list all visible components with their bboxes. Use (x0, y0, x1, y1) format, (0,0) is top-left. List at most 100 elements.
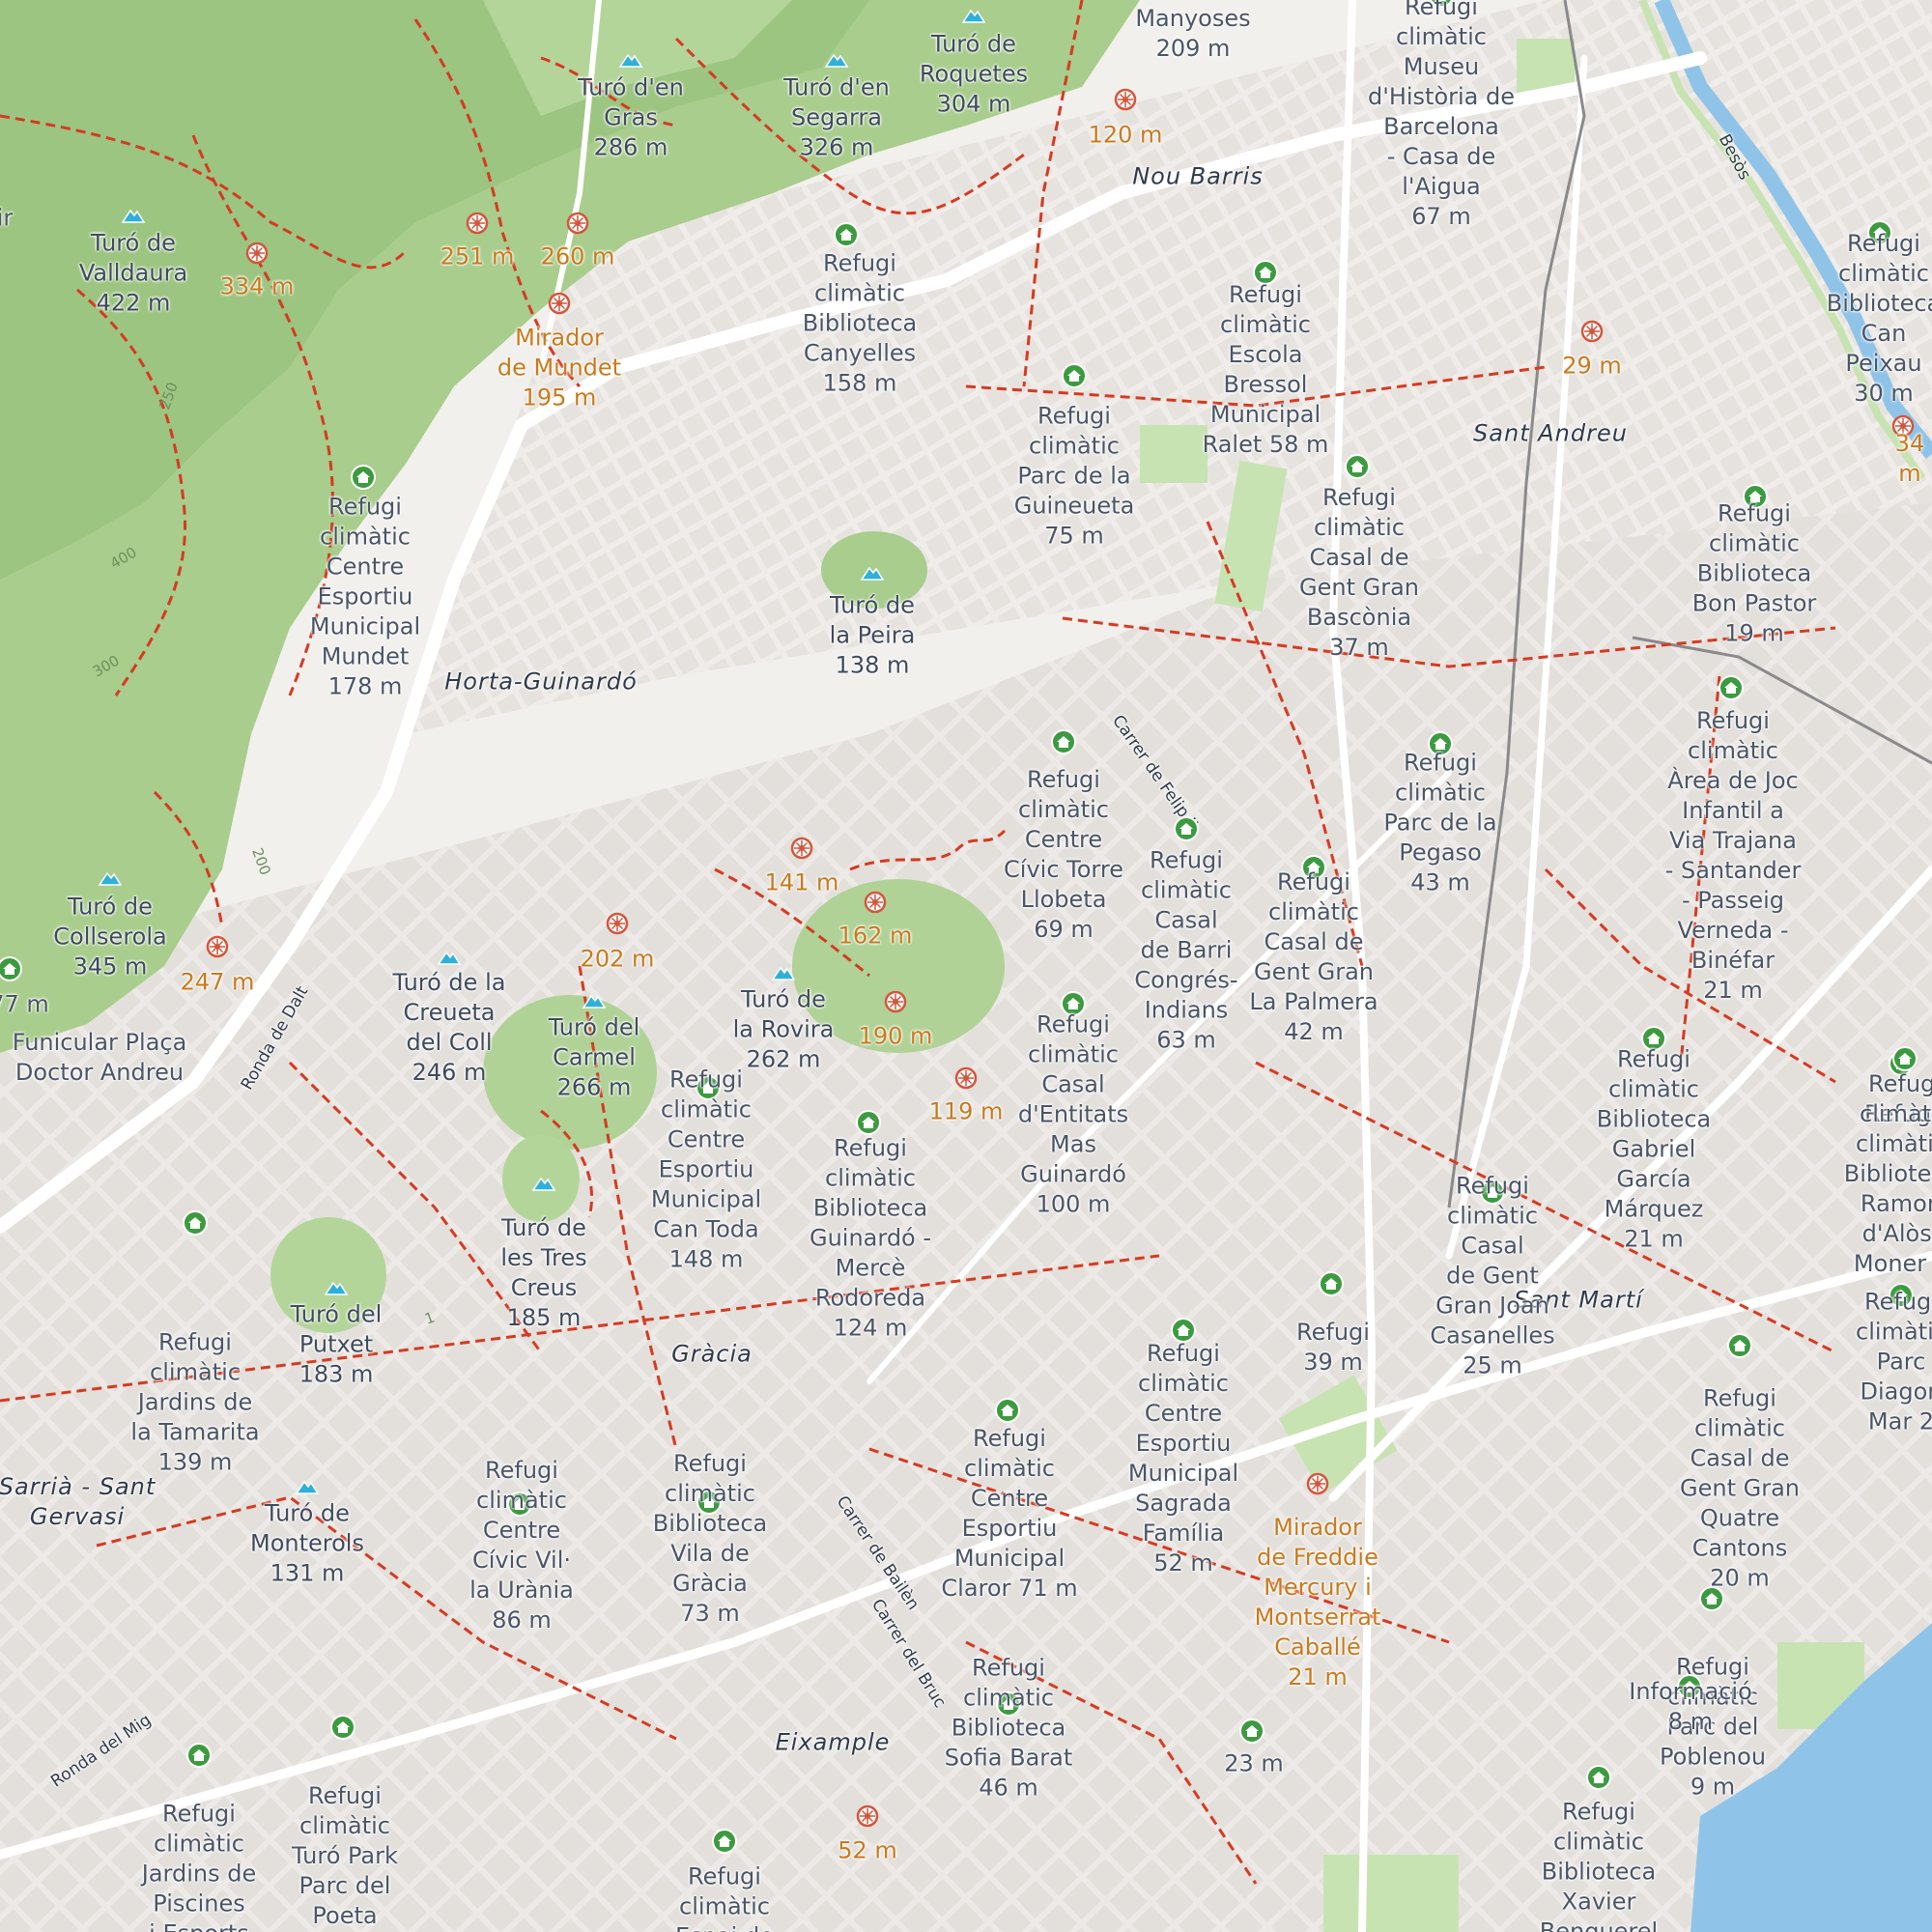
climate-refuge-icon[interactable] (183, 1210, 208, 1236)
climate-refuge-label[interactable]: Refugi climàtic Parc Diagon Mar 2 (1856, 1288, 1932, 1437)
climate-refuge-icon[interactable] (712, 1829, 737, 1854)
peak-label[interactable]: Turó d'en Gras 286 m (578, 73, 684, 163)
climate-refuge-label[interactable]: Refugi climàtic Centre Esportiu Municipa… (310, 493, 420, 702)
viewpoint-icon[interactable] (465, 211, 490, 236)
climate-refuge-label[interactable]: Refugi climàtic Centre Cívic Vil· la Urà… (469, 1456, 574, 1635)
climate-refuge-label[interactable]: Refugi climàtic Casal d'Entitats Mas Gui… (1018, 1010, 1128, 1220)
peak-icon[interactable] (582, 987, 607, 1012)
district-label[interactable]: Gràcia (671, 1340, 753, 1370)
climate-refuge-label[interactable]: Refugi climàtic Biblioteca Canyelles 158… (803, 249, 917, 399)
viewpoint-icon[interactable] (855, 1804, 880, 1829)
district-label[interactable]: Sant Andreu (1473, 419, 1628, 449)
climate-refuge-label[interactable]: Refugi climàtic Jardins de Piscines i Es… (142, 1800, 256, 1932)
climate-refuge-label[interactable]: Refugi climàtic Àrea de Joc Infantil a V… (1665, 706, 1802, 1006)
climate-refuge-label[interactable]: Refugi climàtic Casal de Gent Gran Quatr… (1680, 1384, 1800, 1594)
climate-refuge-icon[interactable] (834, 222, 859, 247)
peak-icon[interactable] (824, 46, 849, 71)
climate-refuge-label[interactable]: Refugi climàtic Casal de Gent Gran Bascò… (1299, 483, 1419, 663)
climate-refuge-icon[interactable] (186, 1743, 212, 1768)
peak-icon[interactable] (771, 959, 796, 984)
climate-refuge-label[interactable]: Refugi climàtic Biblioteca Xavier Bengue… (1540, 1798, 1658, 1932)
peak-label[interactable]: Turó de la Creueta del Coll 246 m (393, 968, 506, 1088)
climate-refuge-icon[interactable] (1174, 816, 1199, 841)
climate-refuge-icon[interactable] (1062, 363, 1087, 388)
climate-refuge-label[interactable]: Refugi climàtic Centre Cívic Torre Llobe… (1004, 765, 1123, 945)
peak-icon[interactable] (961, 2, 986, 27)
peak-label[interactable]: Turó de Collserola 345 m (53, 893, 166, 982)
district-label[interactable]: Horta-Guinardó (444, 668, 638, 697)
climate-refuge-label[interactable]: Refugi climàtic Parc de la Guineueta 75 … (1014, 402, 1135, 552)
climate-refuge-label[interactable]: Refugi climàtic Biblioteca Can Peixau 30… (1827, 229, 1932, 409)
viewpoint-icon[interactable] (863, 890, 888, 915)
viewpoint-label[interactable]: Mirador de Mundet 195 m (497, 324, 621, 413)
viewpoint-icon[interactable] (1113, 87, 1138, 112)
district-label[interactable]: Sarrià - Sant Gervasi (0, 1472, 156, 1532)
climate-refuge-icon[interactable] (995, 1398, 1020, 1423)
peak-label[interactable]: Turó de les Tres Creus 185 m (500, 1213, 586, 1333)
climate-refuge-label[interactable]: Refugi climàtic Biblioteca Guinardó - Me… (810, 1134, 931, 1344)
viewpoint-label[interactable]: 202 m (581, 945, 655, 975)
climate-refuge-icon[interactable] (1699, 1586, 1724, 1611)
climate-refuge-label[interactable]: Refugi climàtic Centre Esportiu Municipa… (651, 1065, 761, 1275)
viewpoint-icon[interactable] (789, 836, 814, 861)
climate-refuge-label[interactable]: Refugi climàtic Centre Esportiu Municipa… (941, 1424, 1077, 1604)
climate-refuge-icon[interactable] (330, 1715, 355, 1740)
climate-refuge-label[interactable]: Informació 8 m (1629, 1677, 1752, 1737)
district-label[interactable]: Eixample (776, 1728, 891, 1758)
peak-icon[interactable] (121, 202, 146, 227)
peak-label[interactable]: Turó d'en Segarra 326 m (783, 73, 890, 163)
viewpoint-icon[interactable] (1579, 319, 1605, 344)
climate-refuge-icon[interactable] (1345, 454, 1370, 479)
climate-refuge-label[interactable]: Refugi climàtic Biblioteca Bon Pastor 19… (1692, 499, 1817, 649)
climate-refuge-label[interactable]: Refugi climàtic Casal de Barri Congrés- … (1134, 846, 1237, 1056)
poi-label[interactable]: ir (0, 204, 13, 234)
viewpoint-label[interactable]: 120 m (1089, 121, 1163, 151)
viewpoint-icon[interactable] (1305, 1471, 1330, 1496)
poi-label[interactable]: Funicular Plaça Doctor Andreu (13, 1028, 187, 1088)
viewpoint-label[interactable]: 190 m (859, 1022, 933, 1052)
viewpoint-icon[interactable] (547, 291, 572, 316)
map-canvas[interactable]: Nou Barris Sant Andreu Horta-Guinardó Gràci… (0, 0, 1932, 1932)
poi-label[interactable]: Manyoses 209 m (1135, 4, 1250, 64)
viewpoint-label[interactable]: 162 m (838, 922, 913, 952)
climate-refuge-icon[interactable] (1719, 675, 1744, 700)
climate-refuge-label[interactable]: Refugi climàtic Biblioteca Gabriel Garcí… (1597, 1045, 1711, 1255)
peak-icon[interactable] (437, 944, 462, 969)
climate-refuge-label[interactable]: Refugi climàtic Biblioteca Vila de Gràci… (653, 1449, 767, 1629)
peak-icon[interactable] (98, 865, 123, 890)
viewpoint-label[interactable]: 334 m (220, 272, 295, 302)
climate-refuge-label[interactable]: Refugi climàtic Espai de (675, 1862, 774, 1932)
peak-icon[interactable] (295, 1473, 320, 1498)
climate-refuge-label[interactable]: Refugi climàtic Turó Park Parc del Poeta… (292, 1781, 398, 1932)
viewpoint-label[interactable]: 141 m (765, 868, 839, 898)
viewpoint-label[interactable]: 251 m (440, 242, 515, 272)
viewpoint-icon[interactable] (953, 1065, 979, 1091)
peak-label[interactable]: Turó de Valldaura 422 m (79, 229, 187, 319)
climate-refuge-label[interactable]: 23 m (1224, 1749, 1284, 1779)
peak-label[interactable]: Turó del Carmel 266 m (549, 1013, 640, 1103)
viewpoint-label[interactable]: 119 m (929, 1097, 1004, 1127)
climate-refuge-icon[interactable] (1586, 1765, 1611, 1790)
viewpoint-label[interactable]: 260 m (541, 242, 615, 272)
climate-refuge-icon[interactable] (1727, 1333, 1752, 1358)
viewpoint-label[interactable]: 29 m (1562, 352, 1622, 382)
peak-label[interactable]: Turó del Putxet 183 m (291, 1300, 383, 1390)
viewpoint-icon[interactable] (205, 934, 230, 959)
viewpoint-label[interactable]: Mirador de Freddie Mercury i Montserrat … (1255, 1513, 1381, 1692)
climate-refuge-icon[interactable] (856, 1110, 881, 1135)
climate-refuge-label[interactable]: Refugi climàtic Casal de Gent Gran Joan … (1430, 1172, 1554, 1381)
peak-label[interactable]: Turó de la Peira 138 m (830, 591, 916, 681)
viewpoint-label[interactable]: 34 m (1895, 429, 1925, 489)
viewpoint-icon[interactable] (883, 989, 908, 1014)
climate-refuge-label[interactable]: Refugi climàtic Centre Esportiu Municipa… (1128, 1339, 1238, 1578)
climate-refuge-icon[interactable] (1051, 729, 1076, 754)
peak-label[interactable]: Turó de Monterols 131 m (250, 1499, 364, 1589)
district-label[interactable]: Nou Barris (1132, 162, 1264, 192)
climate-refuge-label[interactable]: Refugi climàtic Jardins de la Tamarita 1… (130, 1328, 259, 1478)
climate-refuge-icon[interactable] (0, 956, 22, 981)
peak-label[interactable]: Turó de la Rovira 262 m (733, 985, 835, 1075)
climate-refuge-label[interactable]: Refugi climàtic Escola Bressol Municipal… (1203, 280, 1329, 460)
viewpoint-label[interactable]: 247 m (181, 968, 255, 998)
peak-icon[interactable] (324, 1274, 349, 1299)
poi-label[interactable]: 77 m (0, 990, 49, 1020)
